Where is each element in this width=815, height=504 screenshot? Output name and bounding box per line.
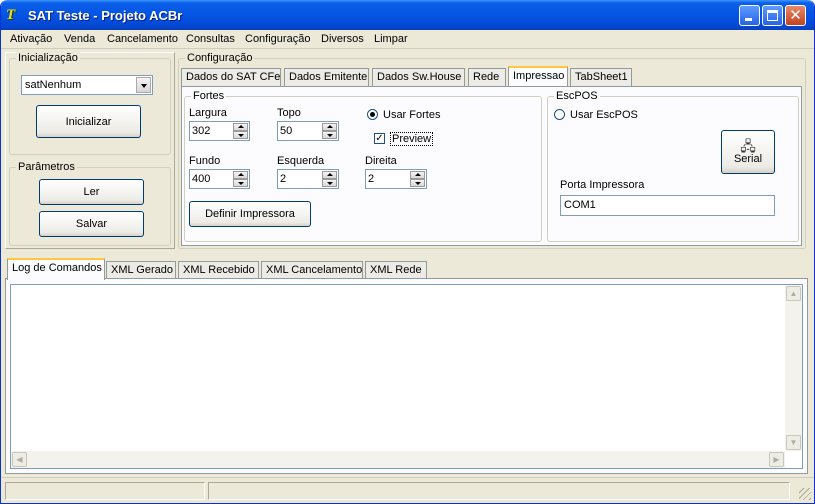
scroll-right-icon[interactable]: ▶	[769, 452, 784, 467]
usar-escpos-label[interactable]: Usar EscPOS	[570, 109, 638, 121]
tab-xml-gerado[interactable]: XML Gerado	[106, 261, 176, 279]
direita-value: 2	[368, 173, 375, 185]
spin-down-icon[interactable]	[322, 131, 337, 139]
tab-rede[interactable]: Rede	[468, 68, 506, 86]
tab-tabsheet1[interactable]: TabSheet1	[570, 68, 632, 86]
tab-dados-sat-cfe[interactable]: Dados do SAT CFe	[181, 68, 281, 86]
preview-checkbox[interactable]: ✓	[374, 133, 385, 144]
app-window: T SAT Teste - Projeto ACBr ✕ Ativação Ve…	[0, 0, 815, 504]
horizontal-scrollbar[interactable]: ◀ ▶	[11, 451, 785, 468]
tab-impressao[interactable]: Impressao	[508, 66, 568, 86]
esquerda-label: Esquerda	[277, 155, 325, 167]
inicializar-button[interactable]: Inicializar	[36, 105, 141, 138]
maximize-button[interactable]	[762, 5, 783, 26]
tab-log-comandos[interactable]: Log de Comandos	[7, 258, 105, 280]
fundo-value: 400	[192, 173, 211, 185]
inicializacao-legend: Inicialização	[16, 52, 80, 64]
chevron-down-icon[interactable]	[136, 77, 151, 93]
esquerda-spin[interactable]: 2	[277, 169, 339, 189]
log-memo[interactable]: ▲ ▼ ◀ ▶	[10, 284, 803, 469]
status-panel-2	[208, 482, 790, 500]
porta-impressora-label: Porta Impressora	[560, 179, 645, 191]
fortes-legend: Fortes	[191, 90, 227, 102]
spin-down-icon[interactable]	[410, 179, 425, 187]
close-button[interactable]: ✕	[785, 5, 806, 26]
spin-up-icon[interactable]	[233, 123, 248, 131]
largura-spin[interactable]: 302	[189, 121, 250, 141]
app-logo-icon: T	[6, 7, 16, 23]
topo-spin[interactable]: 50	[277, 121, 339, 141]
tab-dados-sw-house[interactable]: Dados Sw.House	[372, 68, 465, 86]
menu-bar: Ativação Venda Cancelamento Consultas Co…	[1, 30, 814, 49]
spin-down-icon[interactable]	[233, 179, 248, 187]
configuracao-legend: Configuração	[185, 52, 255, 64]
maximize-icon	[767, 10, 778, 21]
menu-venda[interactable]: Venda	[64, 33, 95, 45]
resize-grip-icon[interactable]	[799, 488, 811, 500]
usar-escpos-radio[interactable]	[554, 109, 565, 120]
direita-spin[interactable]: 2	[365, 169, 427, 189]
topo-label: Topo	[277, 107, 301, 119]
spin-up-icon[interactable]	[410, 171, 425, 179]
menu-limpar[interactable]: Limpar	[374, 33, 408, 45]
largura-value: 302	[192, 125, 211, 137]
vertical-scrollbar[interactable]: ▲ ▼	[785, 285, 802, 451]
serial-button-label: Serial	[733, 153, 763, 165]
sat-model-select[interactable]: satNenhum	[21, 75, 153, 95]
usar-fortes-label[interactable]: Usar Fortes	[383, 109, 440, 121]
direita-label: Direita	[365, 155, 397, 167]
window-title: SAT Teste - Projeto ACBr	[28, 8, 183, 23]
menu-configuracao[interactable]: Configuração	[245, 33, 310, 45]
menu-diversos[interactable]: Diversos	[321, 33, 364, 45]
scroll-up-icon[interactable]: ▲	[786, 286, 801, 301]
fundo-spin[interactable]: 400	[189, 169, 250, 189]
spin-down-icon[interactable]	[322, 179, 337, 187]
tab-xml-rede[interactable]: XML Rede	[365, 261, 427, 279]
ler-button[interactable]: Ler	[39, 179, 144, 205]
scroll-left-icon[interactable]: ◀	[12, 452, 27, 467]
tab-xml-recebido[interactable]: XML Recebido	[178, 261, 259, 279]
fundo-label: Fundo	[189, 155, 221, 167]
serial-port-icon: 🖧	[740, 138, 756, 154]
menu-cancelamento[interactable]: Cancelamento	[107, 33, 178, 45]
spin-down-icon[interactable]	[233, 131, 248, 139]
porta-impressora-value: COM1	[564, 199, 596, 211]
sat-model-value: satNenhum	[25, 79, 82, 91]
status-panel-1	[5, 482, 205, 500]
preview-label[interactable]: Preview	[390, 132, 434, 146]
spin-up-icon[interactable]	[322, 123, 337, 131]
tab-dados-emitente[interactable]: Dados Emitente	[284, 68, 369, 86]
usar-fortes-radio[interactable]	[367, 109, 378, 120]
parametros-legend: Parâmetros	[16, 161, 77, 173]
salvar-button[interactable]: Salvar	[39, 211, 144, 237]
minimize-button[interactable]	[739, 5, 760, 26]
esquerda-value: 2	[280, 173, 287, 185]
topo-value: 50	[280, 125, 293, 137]
scroll-down-icon[interactable]: ▼	[786, 435, 801, 450]
close-icon: ✕	[789, 6, 802, 24]
minimize-icon	[745, 18, 752, 21]
spin-up-icon[interactable]	[233, 171, 248, 179]
largura-label: Largura	[189, 107, 227, 119]
menu-ativacao[interactable]: Ativação	[10, 33, 52, 45]
porta-impressora-input[interactable]: COM1	[560, 195, 775, 216]
escpos-legend: EscPOS	[554, 90, 600, 102]
status-bar	[1, 477, 814, 503]
definir-impressora-button[interactable]: Definir Impressora	[189, 201, 311, 227]
serial-button[interactable]: 🖧 Serial	[721, 130, 775, 174]
title-bar[interactable]: T SAT Teste - Projeto ACBr ✕	[1, 0, 814, 30]
tab-xml-cancelamento[interactable]: XML Cancelamento	[261, 261, 363, 279]
spin-up-icon[interactable]	[322, 171, 337, 179]
menu-consultas[interactable]: Consultas	[186, 33, 235, 45]
